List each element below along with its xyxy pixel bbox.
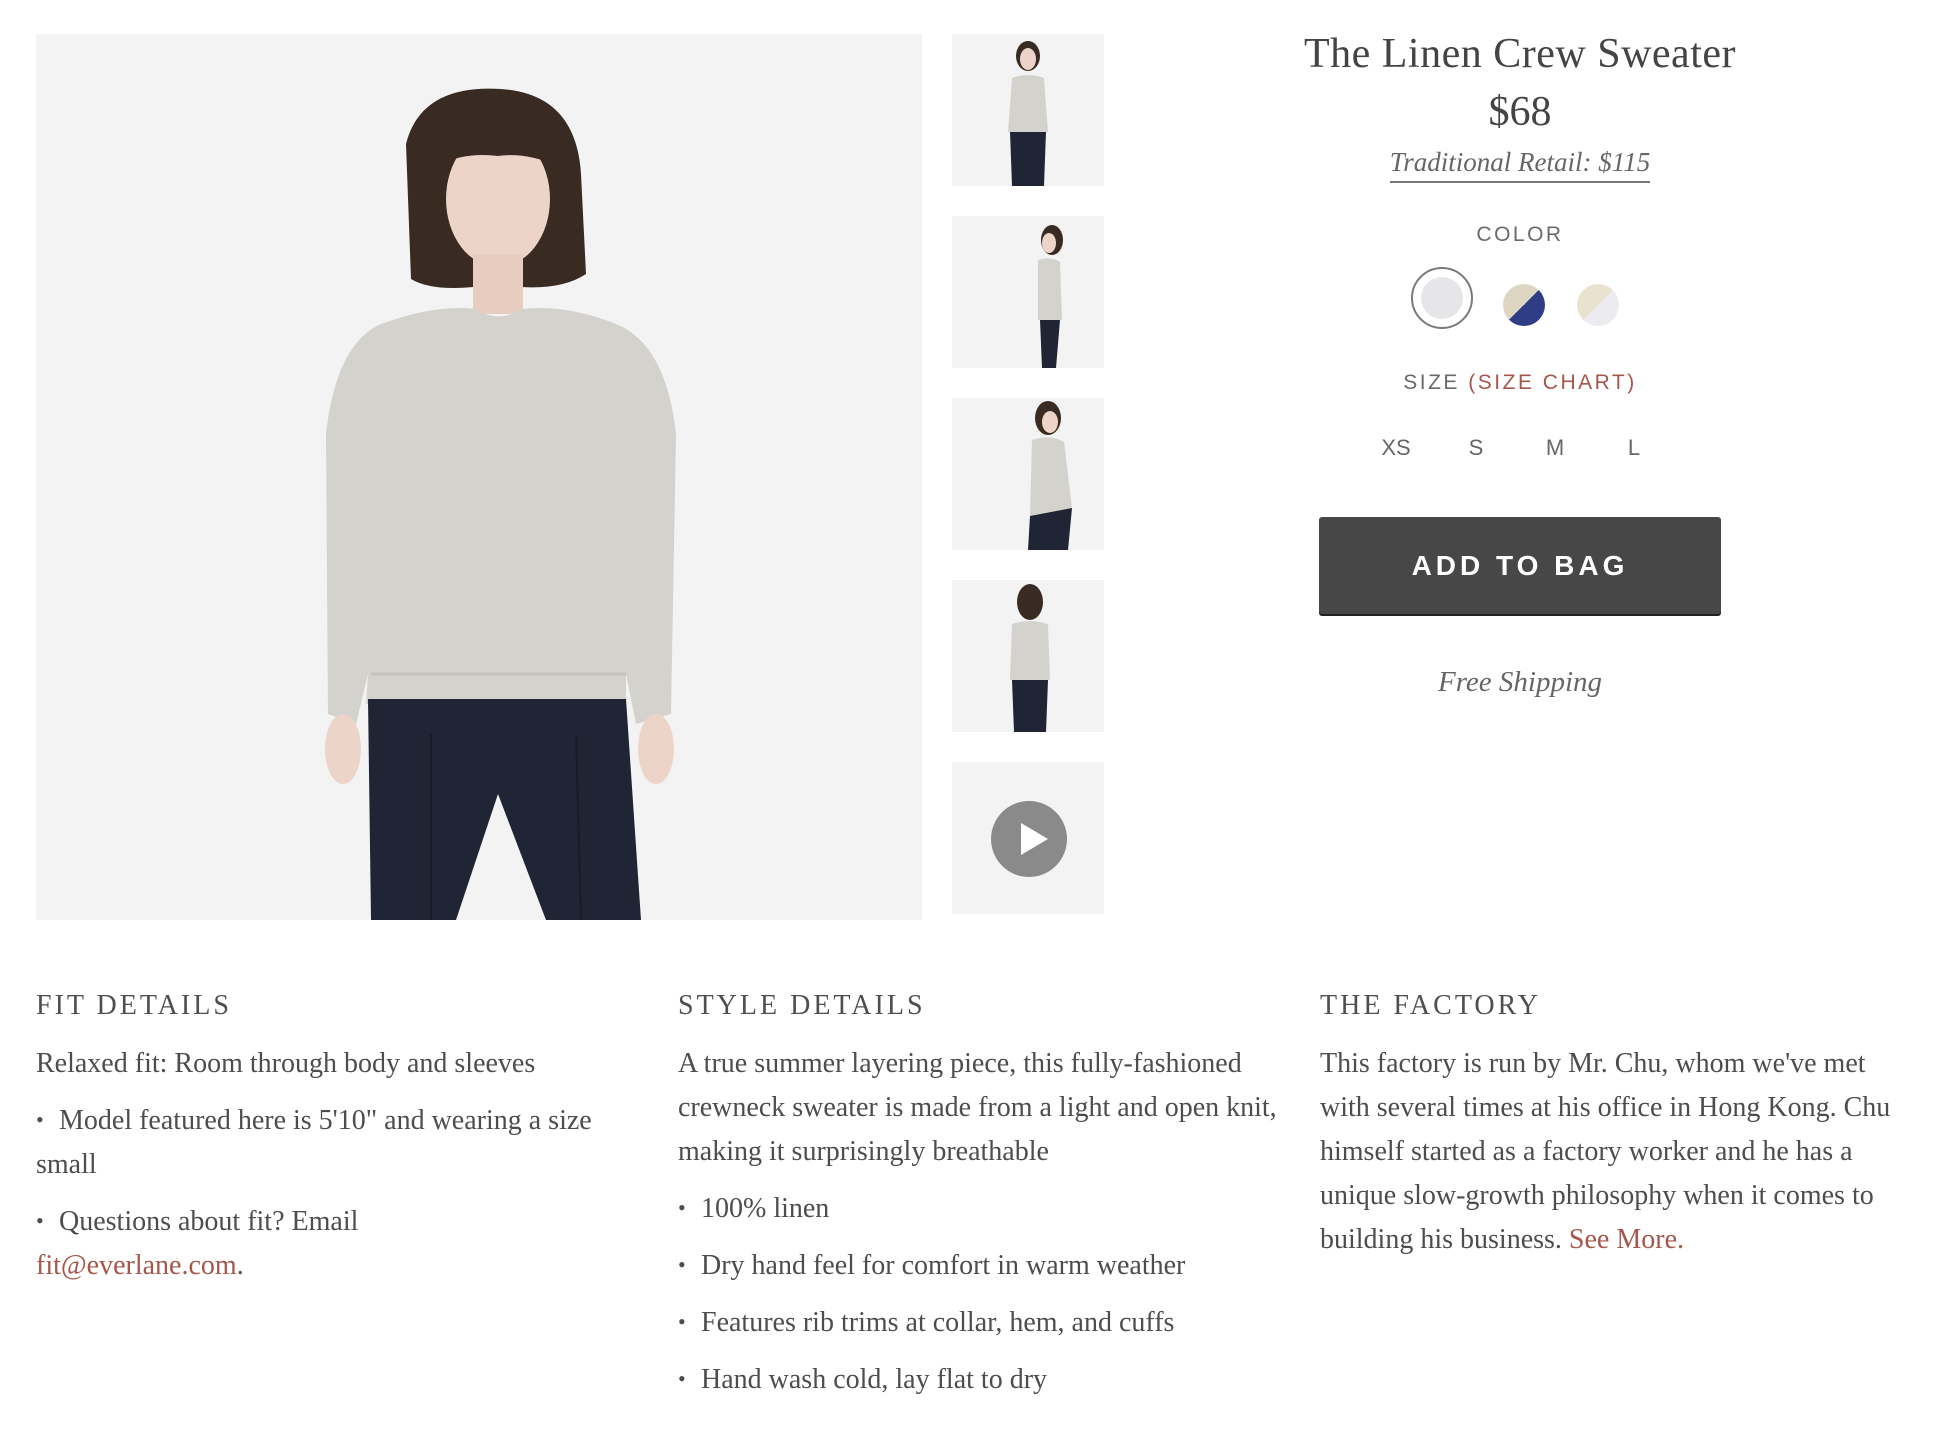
bullet-icon: • [36,1107,44,1132]
bullet-icon: • [678,1366,686,1391]
product-title: The Linen Crew Sweater [1303,31,1736,77]
model-illustration [325,88,676,920]
thumb-back-illustration [1010,584,1050,732]
bullet-icon: • [36,1208,44,1233]
factory-section: THE FACTORY This factory is run by Mr. C… [1320,988,1920,1274]
thumbnail-video[interactable] [952,762,1104,914]
list-item: • Questions about fit? Email fit@everlane.… [36,1199,636,1288]
factory-see-more-link[interactable]: See More. [1569,1224,1684,1255]
list-item: • Model featured here is 5'10" and wearin… [36,1098,636,1187]
size-options: XS S M L [1220,435,1820,465]
factory-text-block: This factory is run by Mr. Chu, whom we'… [1320,1042,1920,1262]
bullet-icon: • [678,1195,686,1220]
thumbnail-back[interactable] [952,580,1104,732]
list-item: • 100% linen [678,1186,1278,1231]
style-bullet-text: 100% linen [701,1193,830,1224]
add-to-bag-button[interactable]: ADD TO BAG [1319,517,1721,614]
swatch-bone-navy-dot [1503,284,1545,326]
size-label: SIZE [1403,371,1460,394]
product-price: $68 [1488,89,1552,135]
swatch-bone-white-dot [1577,284,1619,326]
list-item: • Hand wash cold, lay flat to dry [678,1357,1278,1402]
traditional-retail-price[interactable]: Traditional Retail: $115 [1389,146,1651,183]
fit-email-suffix: . [236,1250,244,1281]
size-label-row: SIZE (SIZE CHART) [1220,371,1820,395]
swatch-bone-white[interactable] [1560,267,1622,329]
thumb-pose-illustration [1028,401,1072,550]
play-triangle-icon [1021,823,1048,855]
thumbnail-side[interactable] [952,216,1104,368]
size-option-xs[interactable]: XS [1381,435,1410,461]
style-bullet-text: Features rib trims at collar, hem, and c… [701,1307,1175,1338]
size-option-m[interactable]: M [1546,435,1564,461]
style-details-section: STYLE DETAILS A true summer layering pie… [678,988,1278,1414]
factory-heading: THE FACTORY [1320,990,1541,1021]
product-info: The Linen Crew Sweater $68 Traditional R… [1220,26,1820,698]
list-item: • Dry hand feel for comfort in warm weath… [678,1243,1278,1288]
style-bullet-text: Hand wash cold, lay flat to dry [701,1364,1048,1395]
style-intro: A true summer layering piece, this fully… [678,1048,1277,1167]
style-details-heading: STYLE DETAILS [678,990,926,1021]
swatch-heather-grey-dot [1421,277,1463,319]
list-item: • Features rib trims at collar, hem, and … [678,1300,1278,1345]
main-product-image [36,34,922,920]
thumb-side-illustration [1038,225,1063,368]
size-chart-link[interactable]: (SIZE CHART) [1468,371,1636,394]
color-swatches [1220,267,1820,329]
thumbnail-pose[interactable] [952,398,1104,550]
size-option-s[interactable]: S [1469,435,1484,461]
fit-email-link[interactable]: fit@everlane.com [36,1250,237,1281]
size-option-l[interactable]: L [1628,435,1640,461]
thumb-front-illustration [1008,41,1048,186]
bullet-icon: • [678,1252,686,1277]
style-bullet-text: Dry hand feel for comfort in warm weathe… [701,1250,1186,1281]
free-shipping-note: Free Shipping [1437,666,1603,698]
bullet-icon: • [678,1309,686,1334]
swatch-bone-navy[interactable] [1486,267,1548,329]
fit-email-prefix: Questions about fit? Email [59,1206,359,1237]
fit-bullet-text: Model featured here is 5'10" and wearing… [36,1105,592,1180]
swatch-heather-grey[interactable] [1411,267,1473,329]
color-label: COLOR [1476,223,1564,246]
fit-intro: Relaxed fit: Room through body and sleev… [36,1048,536,1079]
play-icon[interactable] [991,801,1067,877]
thumbnail-front[interactable] [952,34,1104,186]
fit-details-heading: FIT DETAILS [36,990,232,1021]
fit-details-section: FIT DETAILS Relaxed fit: Room through bo… [36,988,636,1300]
